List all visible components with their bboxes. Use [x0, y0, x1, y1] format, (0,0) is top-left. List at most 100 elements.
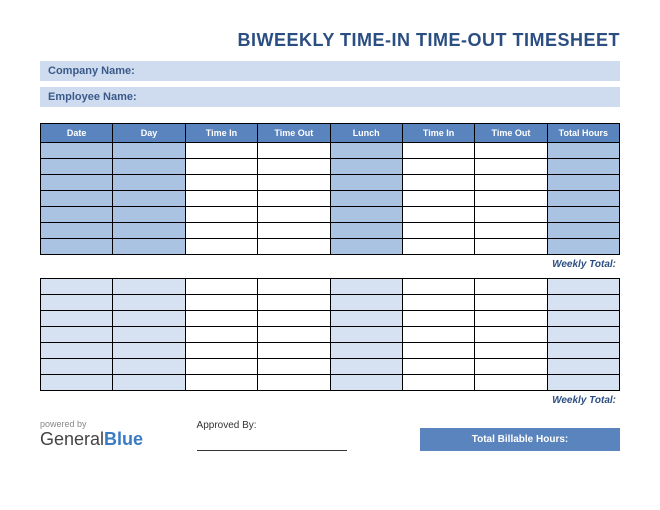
cell[interactable] [330, 359, 402, 375]
cell[interactable] [41, 375, 113, 391]
cell[interactable] [547, 359, 619, 375]
cell[interactable] [113, 327, 185, 343]
cell[interactable] [475, 191, 547, 207]
cell[interactable] [41, 295, 113, 311]
company-name-row[interactable]: Company Name: [40, 61, 620, 81]
cell[interactable] [185, 375, 257, 391]
cell[interactable] [185, 207, 257, 223]
cell[interactable] [402, 343, 474, 359]
cell[interactable] [547, 175, 619, 191]
cell[interactable] [185, 191, 257, 207]
cell[interactable] [41, 359, 113, 375]
cell[interactable] [475, 143, 547, 159]
cell[interactable] [475, 223, 547, 239]
cell[interactable] [330, 223, 402, 239]
cell[interactable] [113, 223, 185, 239]
cell[interactable] [402, 223, 474, 239]
cell[interactable] [113, 239, 185, 255]
cell[interactable] [258, 223, 330, 239]
cell[interactable] [113, 175, 185, 191]
cell[interactable] [402, 207, 474, 223]
cell[interactable] [41, 311, 113, 327]
cell[interactable] [258, 359, 330, 375]
cell[interactable] [258, 343, 330, 359]
cell[interactable] [258, 207, 330, 223]
cell[interactable] [330, 159, 402, 175]
cell[interactable] [475, 279, 547, 295]
cell[interactable] [547, 327, 619, 343]
cell[interactable] [258, 159, 330, 175]
cell[interactable] [41, 239, 113, 255]
cell[interactable] [41, 279, 113, 295]
cell[interactable] [113, 359, 185, 375]
cell[interactable] [547, 223, 619, 239]
cell[interactable] [185, 175, 257, 191]
cell[interactable] [258, 279, 330, 295]
cell[interactable] [475, 159, 547, 175]
cell[interactable] [402, 239, 474, 255]
cell[interactable] [113, 191, 185, 207]
cell[interactable] [402, 191, 474, 207]
cell[interactable] [258, 175, 330, 191]
cell[interactable] [113, 279, 185, 295]
cell[interactable] [547, 239, 619, 255]
cell[interactable] [185, 359, 257, 375]
cell[interactable] [330, 327, 402, 343]
cell[interactable] [185, 327, 257, 343]
cell[interactable] [185, 239, 257, 255]
cell[interactable] [41, 207, 113, 223]
cell[interactable] [547, 343, 619, 359]
cell[interactable] [113, 343, 185, 359]
cell[interactable] [330, 143, 402, 159]
cell[interactable] [41, 191, 113, 207]
cell[interactable] [258, 327, 330, 343]
cell[interactable] [475, 311, 547, 327]
cell[interactable] [258, 239, 330, 255]
cell[interactable] [185, 159, 257, 175]
cell[interactable] [330, 279, 402, 295]
cell[interactable] [330, 207, 402, 223]
cell[interactable] [475, 239, 547, 255]
cell[interactable] [402, 143, 474, 159]
cell[interactable] [475, 375, 547, 391]
cell[interactable] [185, 143, 257, 159]
cell[interactable] [185, 295, 257, 311]
cell[interactable] [330, 343, 402, 359]
cell[interactable] [330, 295, 402, 311]
cell[interactable] [547, 191, 619, 207]
cell[interactable] [402, 359, 474, 375]
cell[interactable] [547, 311, 619, 327]
cell[interactable] [258, 295, 330, 311]
cell[interactable] [330, 311, 402, 327]
cell[interactable] [475, 175, 547, 191]
cell[interactable] [113, 143, 185, 159]
cell[interactable] [185, 223, 257, 239]
cell[interactable] [185, 279, 257, 295]
cell[interactable] [402, 311, 474, 327]
cell[interactable] [41, 327, 113, 343]
cell[interactable] [330, 191, 402, 207]
cell[interactable] [258, 143, 330, 159]
employee-name-row[interactable]: Employee Name: [40, 87, 620, 107]
cell[interactable] [475, 359, 547, 375]
cell[interactable] [185, 343, 257, 359]
cell[interactable] [41, 223, 113, 239]
cell[interactable] [113, 375, 185, 391]
cell[interactable] [547, 159, 619, 175]
cell[interactable] [113, 207, 185, 223]
cell[interactable] [547, 143, 619, 159]
cell[interactable] [547, 207, 619, 223]
cell[interactable] [402, 279, 474, 295]
cell[interactable] [113, 159, 185, 175]
cell[interactable] [113, 295, 185, 311]
cell[interactable] [258, 375, 330, 391]
cell[interactable] [330, 375, 402, 391]
cell[interactable] [547, 295, 619, 311]
cell[interactable] [41, 343, 113, 359]
cell[interactable] [258, 191, 330, 207]
cell[interactable] [475, 295, 547, 311]
cell[interactable] [41, 159, 113, 175]
cell[interactable] [402, 159, 474, 175]
cell[interactable] [41, 143, 113, 159]
cell[interactable] [475, 343, 547, 359]
